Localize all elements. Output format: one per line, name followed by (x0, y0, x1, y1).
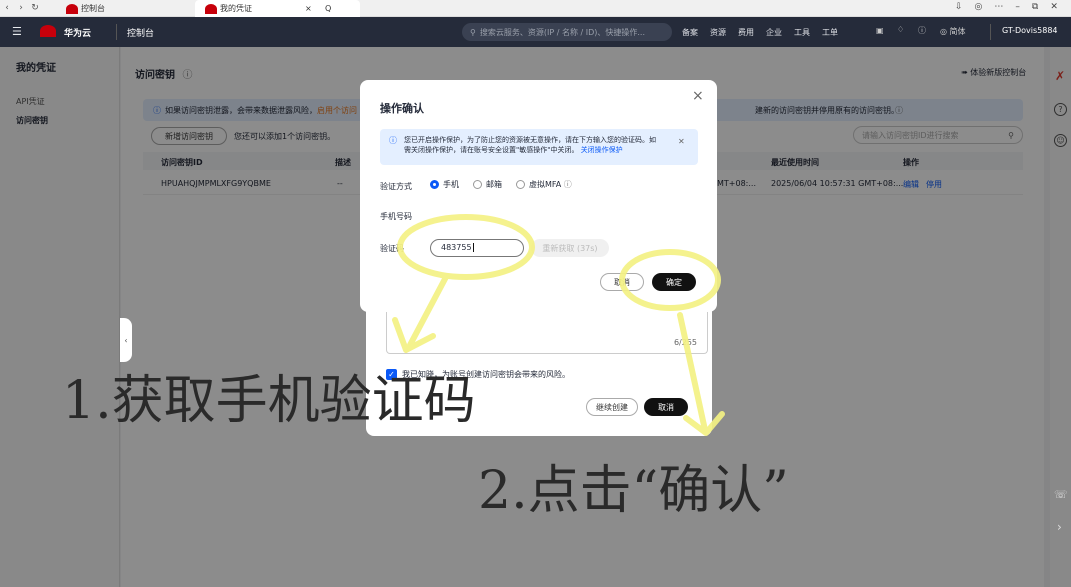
highlight-circle-confirm (619, 249, 721, 311)
annotation-step1: 1.获取手机验证码 (62, 371, 476, 431)
annotation-step2: 2.点击“确认” (478, 461, 789, 521)
arrow-shaft-1 (407, 274, 449, 348)
arrow-shaft-2 (677, 312, 708, 433)
highlight-circle-code (397, 214, 535, 280)
